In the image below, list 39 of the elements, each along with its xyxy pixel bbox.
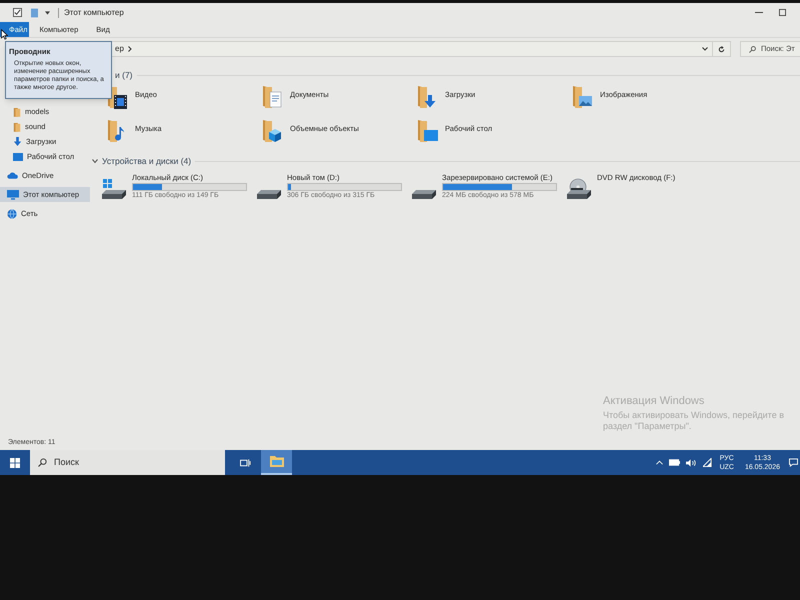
chevron-right-icon[interactable]	[128, 46, 132, 52]
properties-icon[interactable]	[13, 8, 22, 17]
windows-drive-icon[interactable]	[100, 178, 128, 200]
caret-up-icon[interactable]	[656, 460, 663, 465]
dvd-drive-icon[interactable]	[565, 178, 593, 200]
cloud-icon	[7, 172, 18, 179]
speaker-icon[interactable]	[686, 458, 697, 466]
task-view-icon	[240, 458, 251, 468]
monitor-icon	[7, 190, 19, 200]
document-folder-icon[interactable]	[261, 84, 283, 110]
battery-icon[interactable]	[668, 459, 680, 466]
caret-icon[interactable]	[45, 10, 50, 14]
search-icon	[38, 458, 47, 467]
cube-folder-icon[interactable]	[261, 118, 283, 144]
download-arrow-icon	[13, 137, 22, 146]
picture-folder-icon[interactable]	[571, 84, 593, 110]
notification-icon[interactable]	[789, 458, 798, 467]
section-header[interactable]: и (7)	[115, 68, 132, 82]
taskbar-search-field[interactable]: Поиск	[30, 450, 225, 475]
mouse-pointer-icon	[1, 29, 8, 40]
chevron-down-icon[interactable]	[702, 47, 708, 51]
folder-icon	[270, 456, 284, 467]
section-header[interactable]: Устройства и диски (4)	[102, 154, 192, 168]
windows-logo-icon	[10, 458, 20, 468]
refresh-button[interactable]	[713, 41, 731, 57]
signal-icon[interactable]	[702, 458, 712, 467]
taskbar-search-placeholder: Поиск	[54, 456, 79, 469]
globe-icon	[7, 208, 17, 218]
download-folder-icon[interactable]	[416, 84, 438, 110]
address-path[interactable]: ер	[115, 43, 124, 55]
chevron-down-icon[interactable]	[92, 158, 98, 164]
desktop-folder-icon[interactable]	[416, 118, 438, 144]
maximize-icon[interactable]	[779, 9, 786, 16]
activation-title: Активация Windows	[603, 394, 706, 409]
window-title: Этот компьютер	[64, 6, 124, 18]
activation-text: Чтобы активировать Windows, перейдите в раздел "Параметры".	[603, 410, 785, 432]
desktop-icon	[13, 152, 23, 160]
search-icon	[749, 46, 756, 52]
refresh-icon	[718, 46, 725, 52]
